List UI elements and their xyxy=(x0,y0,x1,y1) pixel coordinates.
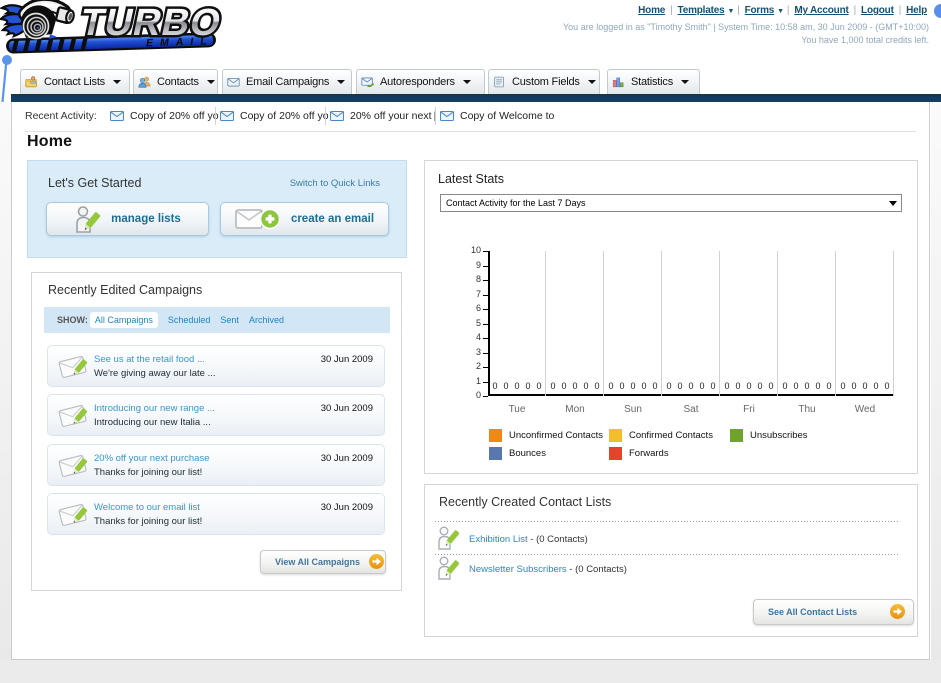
svg-text:TURBO: TURBO xyxy=(77,1,226,44)
